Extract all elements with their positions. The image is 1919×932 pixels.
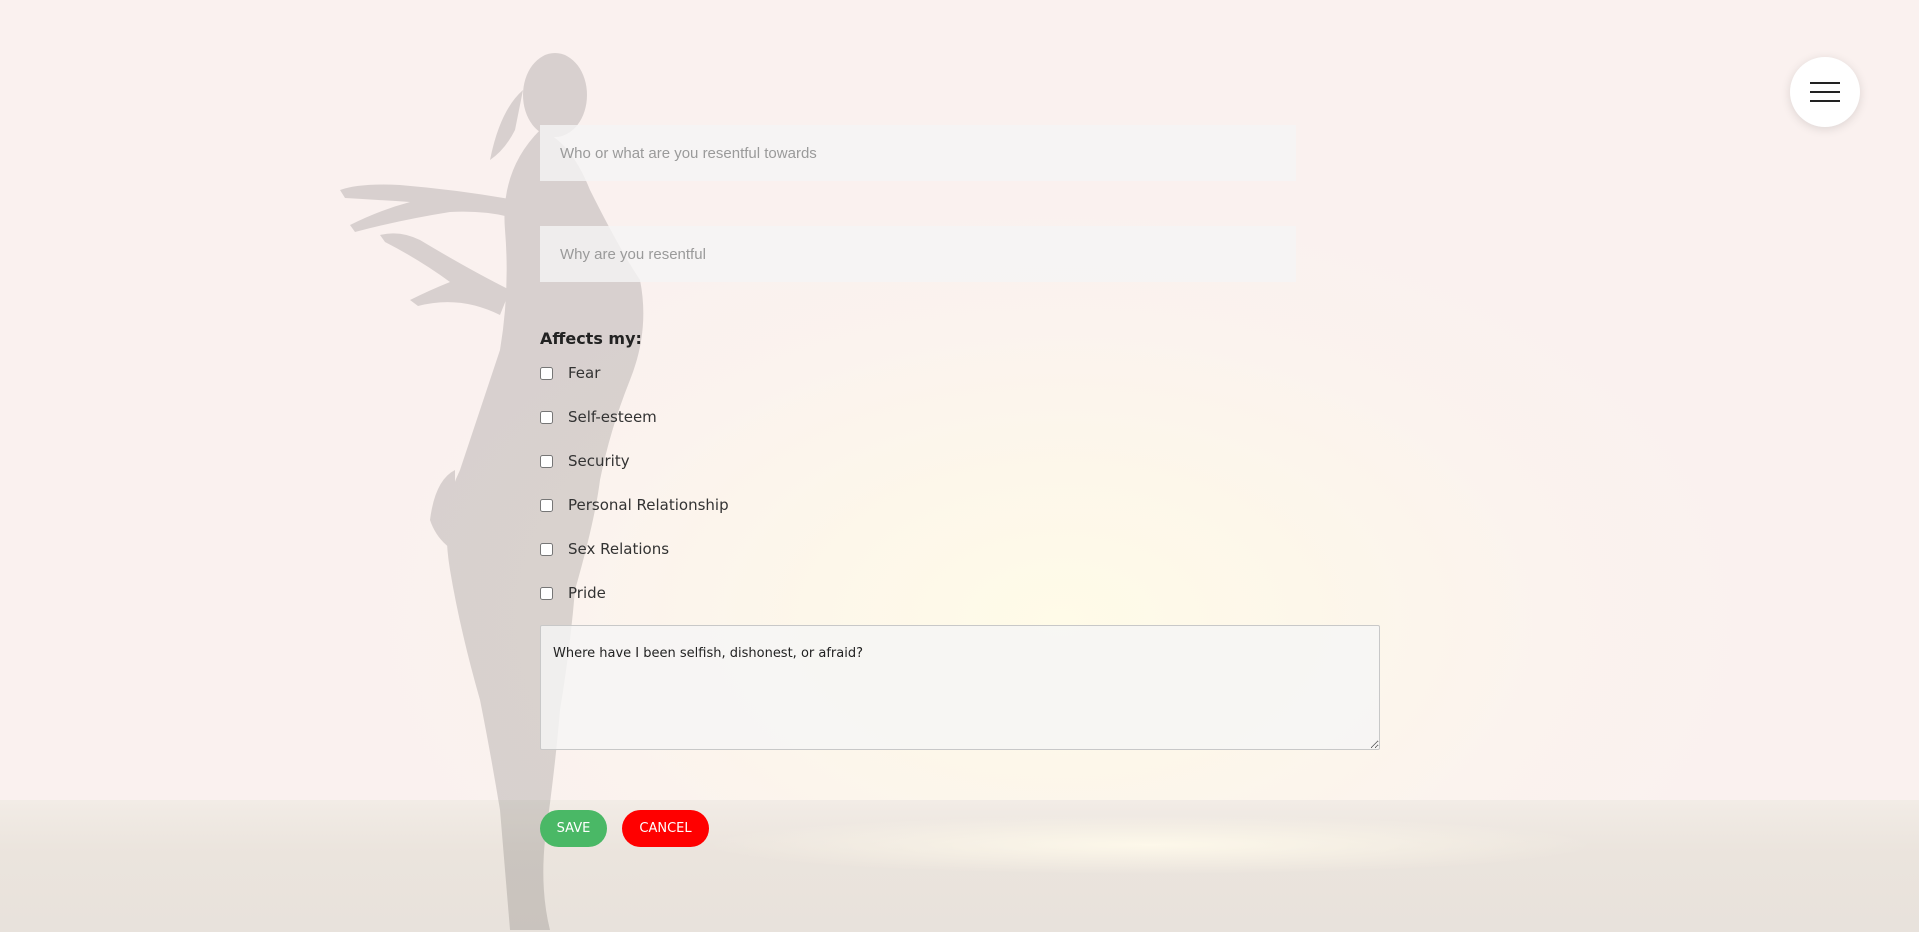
option-self-esteem[interactable]: Self-esteem <box>540 406 657 428</box>
option-label: Sex Relations <box>568 540 670 558</box>
option-label: Pride <box>568 584 606 602</box>
personal-relationship-checkbox[interactable] <box>540 498 553 512</box>
cancel-button[interactable]: CANCEL <box>622 810 709 847</box>
option-label: Fear <box>568 364 601 382</box>
option-security[interactable]: Security <box>540 450 630 472</box>
option-sex-relations[interactable]: Sex Relations <box>540 538 669 560</box>
fear-checkbox[interactable] <box>540 366 553 380</box>
sun-glint <box>700 815 1600 875</box>
security-checkbox[interactable] <box>540 454 553 468</box>
hamburger-icon <box>1810 82 1840 102</box>
page-background: Affects my: Fear Self-esteem Security Pe… <box>0 0 1919 932</box>
person-silhouette-image <box>340 53 644 930</box>
selfish-dishonest-afraid-textarea[interactable]: Where have I been selfish, dishonest, or… <box>540 625 1380 750</box>
why-resentful-input[interactable] <box>540 226 1296 282</box>
save-button[interactable]: SAVE <box>540 810 607 847</box>
sex-relations-checkbox[interactable] <box>540 542 553 556</box>
option-label: Personal Relationship <box>568 496 729 514</box>
resentful-towards-input[interactable] <box>540 125 1296 181</box>
option-personal-relationship[interactable]: Personal Relationship <box>540 494 729 516</box>
menu-button[interactable] <box>1790 57 1860 127</box>
pride-checkbox[interactable] <box>540 586 553 600</box>
affects-label: Affects my: <box>540 329 642 348</box>
option-label: Self-esteem <box>568 408 657 426</box>
option-pride[interactable]: Pride <box>540 582 606 604</box>
option-label: Security <box>568 452 630 470</box>
self-esteem-checkbox[interactable] <box>540 410 553 424</box>
option-fear[interactable]: Fear <box>540 362 600 384</box>
